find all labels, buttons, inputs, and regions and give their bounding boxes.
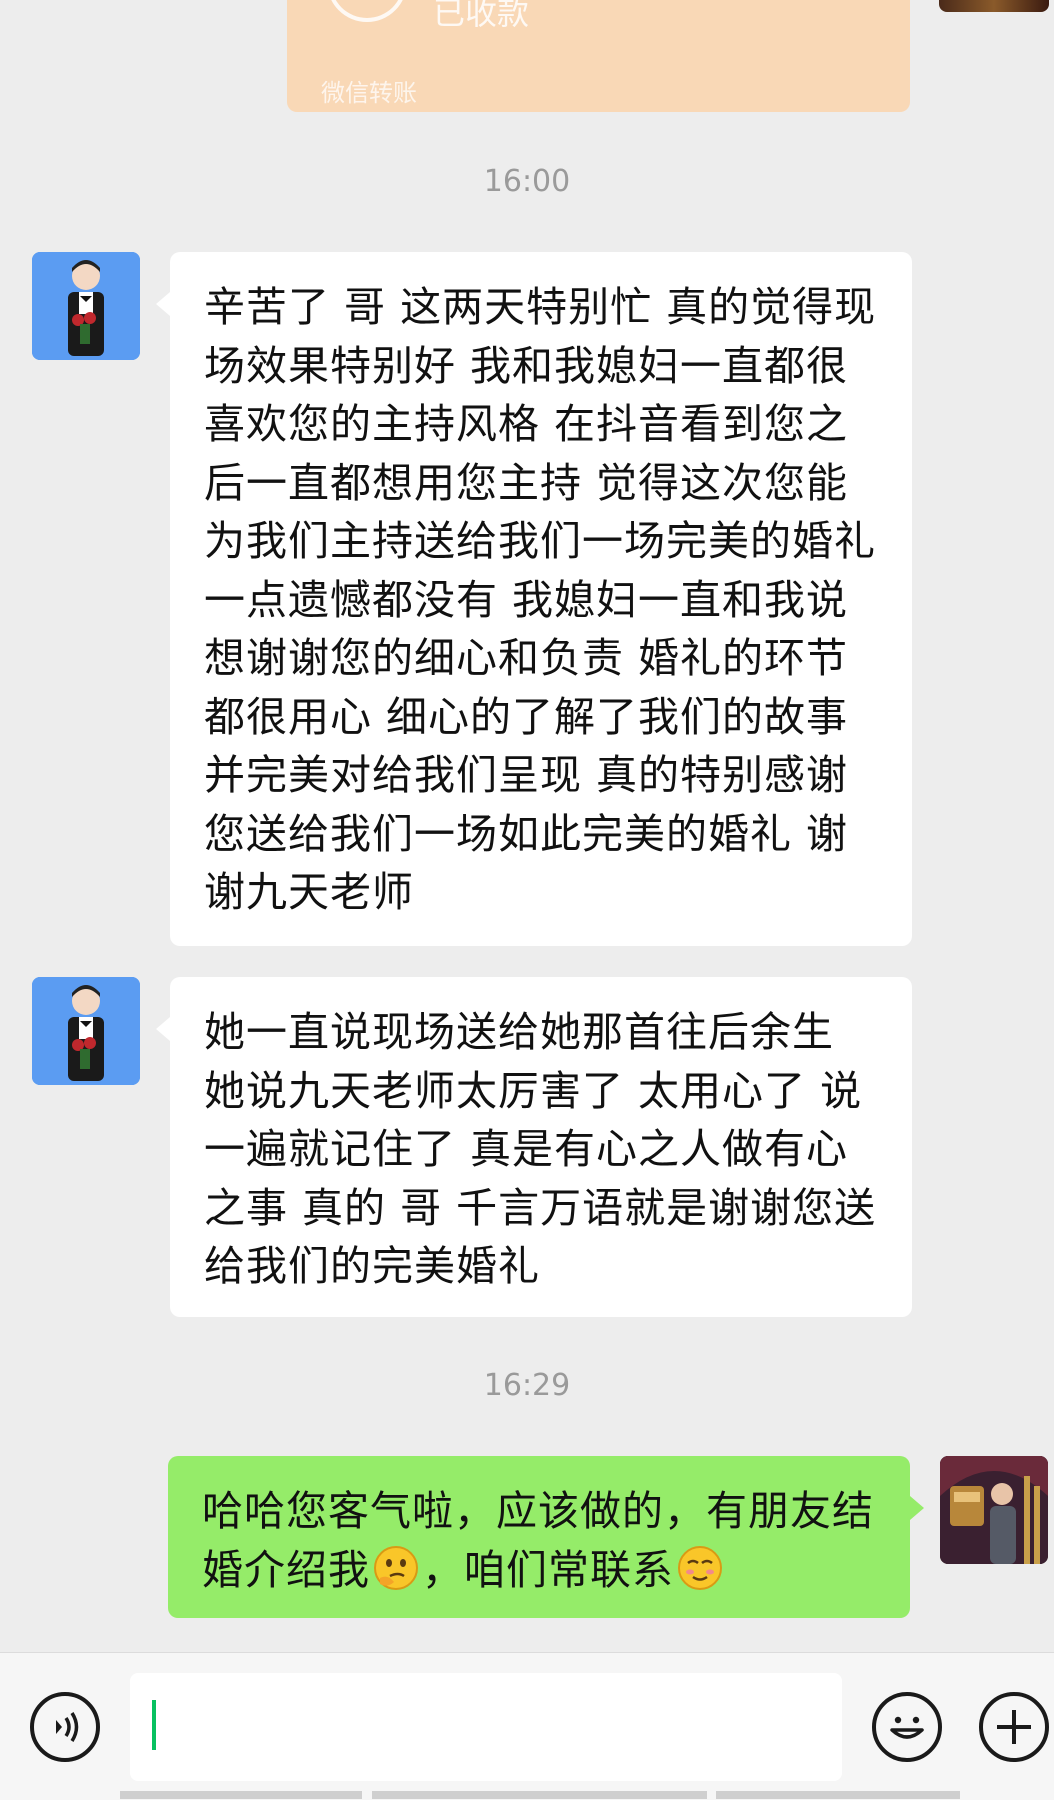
smiling-face-icon	[678, 1545, 722, 1590]
thinking-face-icon	[374, 1545, 418, 1590]
transfer-card[interactable]: 已收款 微信转账	[287, 0, 910, 112]
message-text: ，咱们常联系	[422, 1545, 674, 1594]
add-button[interactable]	[979, 1692, 1049, 1762]
avatar[interactable]	[940, 1456, 1048, 1564]
emoji-button[interactable]	[872, 1692, 942, 1762]
voice-button[interactable]	[30, 1692, 100, 1762]
groom-avatar-icon	[32, 252, 140, 360]
avatar[interactable]	[32, 977, 140, 1085]
bubble-tail	[156, 292, 170, 316]
transfer-label: 微信转账	[321, 79, 417, 107]
keyboard-strip	[372, 1791, 707, 1799]
message-bubble[interactable]: 辛苦了 哥 这两天特别忙 真的觉得现场效果特别好 我和我媳妇一直都很喜欢您的主持…	[170, 252, 912, 946]
keyboard-strip	[120, 1791, 362, 1799]
message-text: 辛苦了 哥 这两天特别忙 真的觉得现场效果特别好 我和我媳妇一直都很喜欢您的主持…	[204, 283, 877, 916]
host-avatar-icon	[940, 1456, 1048, 1564]
message-bubble[interactable]: 她一直说现场送给她那首往后余生 她说九天老师太厉害了 太用心了 说一遍就记住了 …	[170, 977, 912, 1317]
groom-avatar-icon	[32, 977, 140, 1085]
add-icon	[997, 1710, 1031, 1744]
message-text: 她一直说现场送给她那首往后余生 她说九天老师太厉害了 太用心了 说一遍就记住了 …	[204, 1008, 877, 1290]
text-caret	[152, 1700, 156, 1750]
message-bubble-outgoing[interactable]: 哈哈您客气啦，应该做的，有朋友结婚介绍我 ，咱们常联系	[168, 1456, 910, 1618]
voice-icon	[56, 1712, 79, 1742]
timestamp: 16:29	[483, 1368, 571, 1403]
transfer-status: 已收款	[433, 0, 530, 32]
timestamp: 16:00	[483, 164, 571, 199]
emoji-icon	[890, 1716, 924, 1739]
avatar[interactable]	[939, 0, 1049, 12]
transfer-check-icon	[327, 0, 407, 22]
bubble-tail	[156, 1017, 170, 1041]
message-input[interactable]	[130, 1673, 842, 1781]
bubble-tail	[910, 1496, 924, 1520]
keyboard-strip	[716, 1791, 960, 1799]
avatar[interactable]	[32, 252, 140, 360]
